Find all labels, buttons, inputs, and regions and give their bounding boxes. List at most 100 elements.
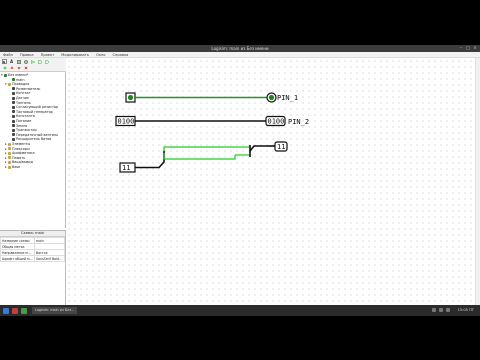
explorer-tree: ▾ Без имени* main ▾ Проводка Разветвитель Конт… xyxy=(0,72,66,228)
tree-item-label: Согласующий резистор xyxy=(16,105,59,110)
component-icon xyxy=(4,73,7,77)
add-circuit-icon[interactable] xyxy=(2,66,7,71)
window-titlebar[interactable]: Logisim: main из Без имени – □ × xyxy=(0,45,480,52)
component-icon xyxy=(12,87,15,91)
canvas-scrollbar[interactable] xyxy=(475,58,480,316)
property-key: Шрифт общей м... xyxy=(0,255,36,262)
splitter-input-bus[interactable] xyxy=(135,155,165,169)
delete-circuit-icon[interactable] xyxy=(23,66,28,71)
and-gate-icon[interactable] xyxy=(37,59,42,64)
splitter-input-value: 11 xyxy=(122,164,130,172)
component-icon xyxy=(8,82,11,86)
splitter-bit0-wire[interactable] xyxy=(163,146,235,151)
component-icon xyxy=(12,119,15,123)
or-gate-icon[interactable] xyxy=(44,59,49,64)
component-icon xyxy=(12,128,15,132)
tree-item-label: Контакт xyxy=(16,91,31,96)
splitter-output-value: 11 xyxy=(277,143,285,151)
tree-item-label: Проводка xyxy=(12,82,30,87)
circuit-canvas[interactable]: PIN_1 0100 0100 PIN_2 11 11 xyxy=(66,58,480,316)
menu-file[interactable]: Файл xyxy=(3,53,13,57)
os-taskbar: Logisim: main из Без... 15:05 ПТ xyxy=(0,305,480,316)
terminal-icon[interactable] xyxy=(21,307,27,314)
component-icon xyxy=(12,110,15,114)
tree-item-label: Передаточный вентиль xyxy=(16,132,59,137)
pin2-output-value: 0100 xyxy=(268,118,285,126)
close-icon[interactable]: × xyxy=(473,46,477,50)
pin1-label: PIN_1 xyxy=(277,94,298,102)
tree-item-label: Элементы xyxy=(12,142,31,146)
tree-item-label: Плексоры xyxy=(12,146,30,151)
tree-item-label: Разветвитель xyxy=(16,86,41,91)
tree-item-label: Питание xyxy=(16,119,32,123)
tree-item-label: Тактовый генератор xyxy=(16,109,53,114)
component-icon xyxy=(12,105,15,109)
tree-item-label: Земля xyxy=(16,123,28,128)
tree-item-label: Память xyxy=(12,155,26,160)
menu-edit[interactable]: Правка xyxy=(20,53,34,57)
tree-item-label: Без имени* xyxy=(8,73,29,77)
component-icon xyxy=(12,133,15,137)
pin1-output-state xyxy=(268,94,275,101)
properties-table: Название схемы main Общая метка Направле… xyxy=(0,237,65,262)
component-icon xyxy=(12,114,15,118)
system-tray xyxy=(432,308,450,312)
tree-item-label: Константа xyxy=(16,114,35,119)
tool-toolbar: A xyxy=(0,58,66,65)
pin2-label: PIN_2 xyxy=(288,118,309,126)
component-icon xyxy=(8,160,11,164)
circuit-drawing: PIN_1 0100 0100 PIN_2 11 11 xyxy=(115,92,309,173)
start-menu-icon[interactable] xyxy=(3,307,9,314)
tree-item[interactable]: ▸ Base xyxy=(5,165,20,170)
window-controls: – □ × xyxy=(459,46,477,50)
component-icon xyxy=(8,165,11,169)
splitter-output-bus[interactable] xyxy=(249,145,267,152)
move-down-icon[interactable] xyxy=(16,66,21,71)
tree-item-label: Тоннель xyxy=(16,100,31,105)
tree-item-label: Транзистор xyxy=(16,128,37,133)
tree-item-label: Датчик xyxy=(16,96,29,100)
taskbar-clock[interactable]: 15:05 ПТ xyxy=(458,308,474,312)
maximize-icon[interactable]: □ xyxy=(466,46,470,50)
component-icon xyxy=(12,101,15,105)
property-value[interactable]: SansSerif Bold... xyxy=(34,255,65,262)
component-icon xyxy=(12,137,15,141)
component-icon xyxy=(12,124,15,128)
layout-toolbar xyxy=(0,65,66,72)
pin2-input-value: 0100 xyxy=(118,118,135,126)
screen: Logisim: main из Без имени – □ × Файл Пр… xyxy=(0,45,480,316)
component-icon xyxy=(8,142,11,146)
component-icon xyxy=(8,156,11,160)
input-tool-icon[interactable] xyxy=(16,59,21,64)
splitter-bit1-wire[interactable] xyxy=(163,153,236,160)
battery-icon[interactable] xyxy=(446,308,450,312)
menu-window[interactable]: Окно xyxy=(96,53,106,57)
component-icon xyxy=(12,96,15,100)
output-tool-icon[interactable] xyxy=(23,59,28,64)
tree-item-label: Base xyxy=(12,165,21,169)
component-icon xyxy=(12,78,15,82)
property-row[interactable]: Шрифт общей м... SansSerif Bold... xyxy=(0,255,65,262)
tree-item-label: Ввод/вывод xyxy=(12,160,33,165)
menu-help[interactable]: Справка xyxy=(113,53,129,57)
window-title: Logisim: main из Без имени xyxy=(211,46,269,51)
not-gate-icon[interactable] xyxy=(30,59,35,64)
tree-item-label: main xyxy=(16,77,25,82)
component-icon xyxy=(12,91,15,95)
menu-simulate[interactable]: Моделировать xyxy=(61,53,89,57)
menu-project[interactable]: Проект xyxy=(41,53,55,57)
tree-item-label: Арифметика xyxy=(12,151,35,156)
text-tool-icon[interactable]: A xyxy=(9,59,14,64)
pointer-tool-icon[interactable] xyxy=(2,59,7,64)
component-icon xyxy=(8,147,11,151)
minimize-icon[interactable]: – xyxy=(459,46,463,50)
network-icon[interactable] xyxy=(432,308,436,312)
tree-item-label: Расширитель битов xyxy=(16,137,52,142)
move-up-icon[interactable] xyxy=(9,66,14,71)
volume-icon[interactable] xyxy=(439,308,443,312)
properties-panel: Схема: main Название схемы main Общая ме… xyxy=(0,230,66,316)
browser-icon[interactable] xyxy=(12,307,18,314)
taskbar-logisim-task[interactable]: Logisim: main из Без... xyxy=(32,307,78,314)
pin1-input-state xyxy=(127,94,134,101)
component-icon xyxy=(8,151,11,155)
